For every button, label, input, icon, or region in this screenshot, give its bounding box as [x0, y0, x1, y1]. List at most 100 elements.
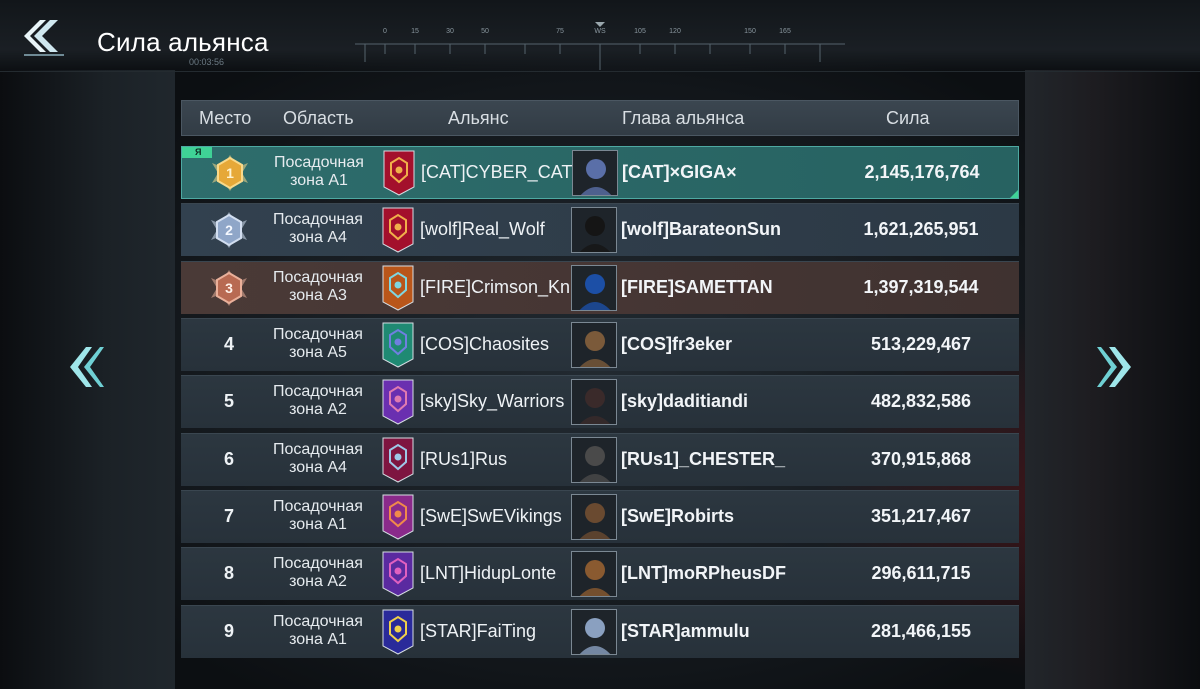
table-row[interactable]: 9 Посадочная зона A1 [STAR]FaiTing [STAR…: [181, 605, 1019, 658]
avatar-image: [572, 552, 616, 596]
region-line-1: Посадочная: [273, 269, 363, 286]
back-button[interactable]: [20, 16, 64, 56]
rank-number: 3: [225, 280, 233, 296]
table-row[interactable]: 6 Посадочная зона A4 [RUs1]Rus [RUs1]_CH…: [181, 433, 1019, 486]
ruler-label: WS: [594, 28, 606, 35]
ruler-label: 105: [634, 28, 646, 35]
alliance-power: 482,832,586: [870, 391, 972, 411]
region-cell: Посадочная зона A1: [259, 498, 377, 534]
avatar-image: [572, 438, 616, 482]
alliance-emblem-icon: [382, 379, 414, 425]
row-corner-mark: [1010, 190, 1018, 198]
next-page-button[interactable]: [1095, 345, 1135, 389]
avatar-image: [572, 266, 616, 310]
alliance-emblem-icon: [382, 609, 414, 655]
leader-avatar[interactable]: [571, 609, 617, 655]
leader-avatar[interactable]: [571, 265, 617, 311]
leader-avatar[interactable]: [572, 150, 618, 196]
ruler-label: 75: [556, 28, 564, 35]
leader-name: [LNT]moRPheusDF: [621, 563, 786, 583]
table-row[interactable]: Я 1 Посадочная зона A1 [CAT]CYBER_CATS […: [181, 146, 1019, 199]
region-line-1: Посадочная: [273, 383, 363, 400]
ruler-label: 120: [669, 28, 681, 35]
leader-avatar[interactable]: [571, 494, 617, 540]
leader-name: [COS]fr3eker: [621, 334, 733, 354]
region-line-2: зона A1: [290, 172, 348, 189]
alliance-emblem-icon: [382, 207, 414, 253]
column-header-rank: Место: [199, 108, 252, 128]
alliance-power-table: Место Область Альянс Глава альянса Сила …: [181, 100, 1019, 658]
column-header-region: Область: [283, 108, 354, 128]
table-header: Место Область Альянс Глава альянса Сила: [181, 100, 1019, 136]
alliance-name: [wolf]Real_Wolf: [420, 219, 545, 239]
region-line-2: зона A3: [289, 287, 347, 304]
alliance-name: [STAR]FaiTing: [420, 621, 537, 641]
leader-name: [STAR]ammulu: [621, 621, 750, 641]
leader-avatar[interactable]: [571, 379, 617, 425]
region-line-2: зона A5: [289, 344, 347, 361]
region-line-1: Посадочная: [273, 613, 363, 630]
region-line-2: зона A2: [289, 573, 347, 590]
region-cell: Посадочная зона A1: [259, 613, 377, 649]
alliance-name: [COS]Chaosites: [420, 334, 550, 354]
region-line-1: Посадочная: [273, 555, 363, 572]
alliance-emblem-icon: [383, 150, 415, 196]
table-row[interactable]: 8 Посадочная зона A2 [LNT]HidupLonte [LN…: [181, 547, 1019, 600]
table-row[interactable]: 3 Посадочная зона A3 [FIRE]Crimson_Knigh…: [181, 261, 1019, 314]
region-line-1: Посадочная: [273, 498, 363, 515]
ruler-label: 15: [411, 28, 419, 35]
rank-number: 8: [223, 563, 234, 583]
alliance-name: [CAT]CYBER_CATS: [421, 162, 585, 182]
leader-name: [sky]daditiandi: [621, 391, 749, 411]
alliance-name: [LNT]HidupLonte: [420, 563, 557, 583]
leader-name: [RUs1]_CHESTER_: [621, 449, 786, 469]
rank-medal-icon: 2: [211, 212, 247, 248]
leader-avatar[interactable]: [571, 322, 617, 368]
alliance-emblem-icon: [382, 494, 414, 540]
leader-name: [SwE]Robirts: [621, 506, 735, 526]
ruler-label: 30: [446, 28, 454, 35]
avatar-image: [572, 380, 616, 424]
alliance-power: 351,217,467: [870, 506, 972, 526]
alliance-power: 1,397,319,544: [863, 277, 979, 297]
rank-medal-icon: 3: [211, 270, 247, 306]
leader-name: [CAT]×GIGA×: [622, 162, 737, 182]
leader-avatar[interactable]: [571, 207, 617, 253]
avatar-image: [572, 208, 616, 252]
leader-avatar[interactable]: [571, 437, 617, 483]
leader-avatar[interactable]: [571, 551, 617, 597]
ruler-label: 0: [383, 28, 387, 35]
region-cell: Посадочная зона A5: [259, 326, 377, 362]
table-row[interactable]: 2 Посадочная зона A4 [wolf]Real_Wolf [wo…: [181, 203, 1019, 256]
region-cell: Посадочная зона A3: [259, 269, 377, 305]
ruler-label: 165: [779, 28, 791, 35]
top-bar: Сила альянса 00:03:56 0 15 30 50 75 WS 1…: [0, 0, 1200, 72]
alliance-power: 513,229,467: [870, 334, 972, 354]
avatar-image: [573, 151, 617, 195]
rank-medal-icon: 1: [212, 155, 248, 191]
alliance-name: [sky]Sky_Warriors: [420, 391, 565, 411]
alliance-power: 1,621,265,951: [863, 219, 979, 239]
avatar-image: [572, 610, 616, 654]
table-row[interactable]: 5 Посадочная зона A2 [sky]Sky_Warriors […: [181, 375, 1019, 428]
rank-number: 2: [225, 222, 233, 238]
leader-name: [FIRE]SAMETTAN: [621, 277, 773, 297]
alliance-name: [RUs1]Rus: [420, 449, 508, 469]
chevron-left-icon: [70, 347, 104, 387]
table-row[interactable]: 7 Посадочная зона A1 [SwE]SwEVikings [Sw…: [181, 490, 1019, 543]
table-row[interactable]: 4 Посадочная зона A5 [COS]Chaosites [COS…: [181, 318, 1019, 371]
rank-number: 9: [223, 621, 234, 641]
alliance-emblem-icon: [382, 265, 414, 311]
region-line-1: Посадочная: [274, 154, 364, 171]
alliance-emblem-icon: [382, 551, 414, 597]
region-cell: Посадочная зона A4: [259, 441, 377, 477]
ruler-label: 150: [744, 28, 756, 35]
region-line-2: зона A4: [289, 229, 347, 246]
region-line-2: зона A1: [289, 516, 347, 533]
rank-number: 5: [223, 391, 234, 411]
previous-page-button[interactable]: [66, 345, 106, 389]
compass-ruler: 0 15 30 50 75 WS 105 120 150 165: [355, 22, 845, 72]
chevron-left-icon: [24, 20, 64, 56]
rank-number: 7: [223, 506, 234, 526]
rank-number: 1: [226, 165, 234, 181]
